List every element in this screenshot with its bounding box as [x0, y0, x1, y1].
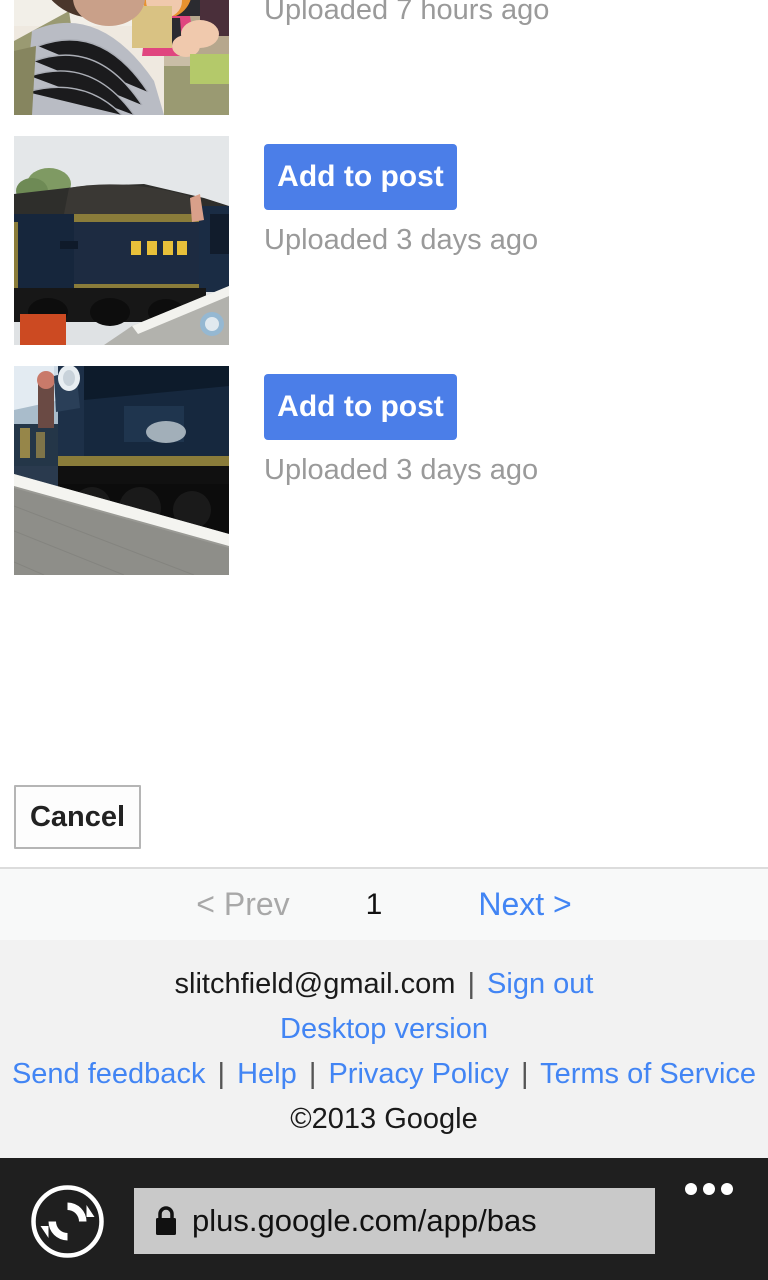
- photo-picker-list: Add to post Uploaded 7 hours ago: [0, 0, 768, 867]
- photo-row-controls: Add to post Uploaded 7 hours ago: [264, 0, 744, 27]
- photo-thumbnail[interactable]: [14, 0, 229, 115]
- prev-page-button[interactable]: < Prev: [196, 886, 289, 923]
- photo-row-controls: Add to post Uploaded 3 days ago: [264, 144, 744, 257]
- refresh-icon-glyph: [31, 1185, 104, 1258]
- photo-thumbnail-image: [14, 0, 229, 115]
- cancel-button[interactable]: Cancel: [14, 785, 141, 849]
- current-page-number: 1: [365, 887, 383, 921]
- footer-account-line: slitchfield@gmail.com | Sign out: [0, 962, 768, 1007]
- photo-row-controls: Add to post Uploaded 3 days ago: [264, 374, 744, 487]
- sign-out-link[interactable]: Sign out: [487, 968, 593, 1000]
- desktop-version-link[interactable]: Desktop version: [280, 1013, 488, 1045]
- copyright-notice: ©2013 Google: [290, 1103, 478, 1135]
- add-to-post-button[interactable]: Add to post: [264, 374, 457, 440]
- photo-thumbnail[interactable]: [14, 136, 229, 345]
- next-page-button[interactable]: Next >: [478, 886, 571, 923]
- footer-desktop-line: Desktop version: [0, 1007, 768, 1052]
- photo-list-item: Add to post Uploaded 7 hours ago: [0, 0, 768, 136]
- uploaded-timestamp: Uploaded 3 days ago: [264, 454, 539, 486]
- account-email: slitchfield@gmail.com: [174, 968, 456, 1000]
- uploaded-timestamp: Uploaded 3 days ago: [264, 224, 539, 256]
- terms-of-service-link[interactable]: Terms of Service: [540, 1058, 756, 1090]
- footer-separator: |: [521, 1058, 529, 1090]
- footer-separator: |: [217, 1058, 226, 1090]
- menu-dot: [685, 1183, 697, 1195]
- footer-separator: |: [467, 968, 475, 1000]
- send-feedback-link[interactable]: Send feedback: [12, 1058, 205, 1090]
- help-link[interactable]: Help: [237, 1058, 297, 1090]
- lock-icon: [156, 1206, 176, 1235]
- page-footer: slitchfield@gmail.com | Sign out Desktop…: [0, 940, 768, 1158]
- photo-thumbnail-image: [14, 366, 229, 575]
- app-root: Add to post Uploaded 7 hours ago: [0, 0, 768, 1280]
- menu-dot: [703, 1183, 715, 1195]
- footer-links-line: Send feedback | Help | Privacy Policy | …: [0, 1052, 768, 1097]
- url-bar[interactable]: plus.google.com/app/bas: [134, 1188, 655, 1254]
- refresh-icon[interactable]: [29, 1183, 106, 1260]
- uploaded-timestamp: Uploaded 7 hours ago: [264, 0, 550, 26]
- photo-list-item: Add to post Uploaded 3 days ago: [0, 366, 768, 596]
- add-to-post-button[interactable]: Add to post: [264, 144, 457, 210]
- photo-list-item: Add to post Uploaded 3 days ago: [0, 136, 768, 366]
- photo-thumbnail-image: [14, 136, 229, 345]
- menu-dot: [721, 1183, 733, 1195]
- overflow-menu-icon[interactable]: [685, 1181, 733, 1197]
- url-text: plus.google.com/app/bas: [192, 1203, 537, 1238]
- pagination-bar: < Prev 1 Next >: [0, 867, 768, 940]
- footer-separator: |: [308, 1058, 317, 1090]
- cancel-row: Cancel: [0, 785, 768, 849]
- photo-thumbnail[interactable]: [14, 366, 229, 575]
- privacy-policy-link[interactable]: Privacy Policy: [328, 1058, 509, 1090]
